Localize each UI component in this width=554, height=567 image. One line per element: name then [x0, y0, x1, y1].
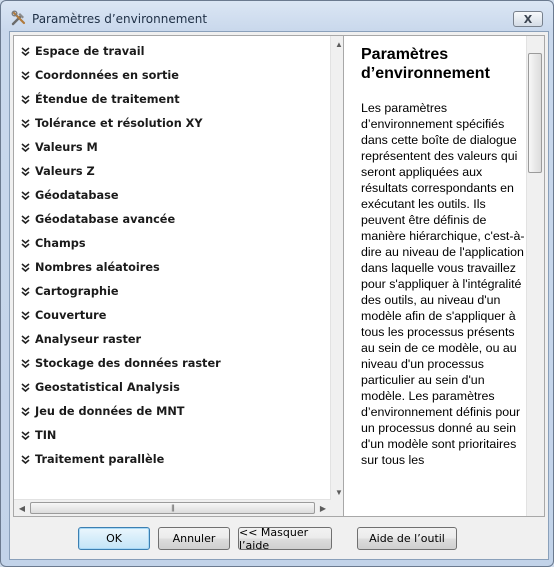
double-chevron-down-icon[interactable]: [21, 306, 35, 326]
double-chevron-down-icon[interactable]: [21, 66, 35, 86]
tree-item[interactable]: Couverture: [21, 306, 106, 326]
tree-item-label: Champs: [35, 237, 86, 250]
double-chevron-down-icon[interactable]: [21, 90, 35, 110]
double-chevron-down-icon[interactable]: [21, 258, 35, 278]
double-chevron-down-icon[interactable]: [21, 162, 35, 182]
double-chevron-down-icon[interactable]: [21, 138, 35, 158]
close-button[interactable]: X: [513, 11, 543, 27]
tree-item-label: Coordonnées en sortie: [35, 69, 179, 82]
dialog-body: Espace de travail Coordonnées en sortie Ét…: [9, 31, 549, 560]
double-chevron-down-icon[interactable]: [21, 114, 35, 134]
tree-item[interactable]: Coordonnées en sortie: [21, 66, 179, 86]
scroll-right-arrow-icon[interactable]: ▶: [315, 500, 331, 516]
help-vertical-scrollbar[interactable]: [526, 36, 544, 516]
tree-item[interactable]: Stockage des données raster: [21, 354, 221, 374]
double-chevron-down-icon[interactable]: [21, 186, 35, 206]
tree-item-label: Analyseur raster: [35, 333, 142, 346]
tree-item-label: Stockage des données raster: [35, 357, 221, 370]
double-chevron-down-icon[interactable]: [21, 426, 35, 446]
tool-help-button[interactable]: Aide de l’outil: [357, 527, 457, 550]
tree-item-label: Couverture: [35, 309, 107, 322]
help-title: Paramètres d’environnement: [361, 46, 490, 82]
horizontal-scroll-thumb[interactable]: |||: [30, 502, 315, 514]
tree-item[interactable]: Tolérance et résolution XY: [21, 114, 203, 134]
tree-item[interactable]: Geostatistical Analysis: [21, 378, 180, 398]
title-bar[interactable]: Paramètres d’environnement X: [1, 1, 553, 35]
double-chevron-down-icon[interactable]: [21, 450, 35, 470]
dialog-window: Paramètres d’environnement X Espace de t…: [0, 0, 554, 567]
tree-horizontal-scrollbar[interactable]: ◀ ||| ▶: [14, 499, 331, 516]
tree-item-label: Geostatistical Analysis: [35, 381, 180, 394]
tree-item[interactable]: Valeurs M: [21, 138, 98, 158]
double-chevron-down-icon[interactable]: [21, 354, 35, 374]
tree-item-label: Géodatabase avancée: [35, 213, 176, 226]
double-chevron-down-icon[interactable]: [21, 210, 35, 230]
window-title: Paramètres d’environnement: [32, 12, 208, 26]
tree-item[interactable]: TIN: [21, 426, 56, 446]
close-icon: X: [523, 12, 533, 26]
tree-item[interactable]: Analyseur raster: [21, 330, 141, 350]
tree-item-label: TIN: [35, 429, 57, 442]
tools-icon: [11, 10, 26, 26]
environment-tree-pane: Espace de travail Coordonnées en sortie Ét…: [13, 35, 348, 517]
help-pane: Paramètres d’environnement Les paramètre…: [343, 35, 545, 517]
hide-help-button[interactable]: << Masquer l’aide: [238, 526, 332, 552]
tree-item-label: Étendue de traitement: [35, 93, 180, 106]
tree-item[interactable]: Jeu de données de MNT: [21, 402, 185, 422]
tree-item[interactable]: Valeurs Z: [21, 162, 95, 182]
tree-item-label: Espace de travail: [35, 45, 145, 58]
cancel-button[interactable]: Annuler: [158, 527, 230, 550]
scroll-left-arrow-icon[interactable]: ◀: [14, 500, 30, 516]
tree-item[interactable]: Géodatabase avancée: [21, 210, 175, 230]
tree-item[interactable]: Espace de travail: [21, 42, 144, 62]
tree-item[interactable]: Champs: [21, 234, 86, 254]
tree-item-label: Valeurs Z: [35, 165, 95, 178]
tree-item[interactable]: Nombres aléatoires: [21, 258, 160, 278]
help-scroll-thumb[interactable]: [528, 53, 542, 173]
tree-item-label: Traitement parallèle: [35, 453, 165, 466]
double-chevron-down-icon[interactable]: [21, 330, 35, 350]
environment-tree: Espace de travail Coordonnées en sortie Ét…: [14, 36, 331, 500]
tree-item[interactable]: Cartographie: [21, 282, 119, 302]
tree-item-label: Nombres aléatoires: [35, 261, 160, 274]
tree-item-label: Jeu de données de MNT: [35, 405, 185, 418]
tree-item-label: Tolérance et résolution XY: [35, 117, 203, 130]
tree-item[interactable]: Traitement parallèle: [21, 450, 164, 470]
double-chevron-down-icon[interactable]: [21, 234, 35, 254]
tree-item-label: Valeurs M: [35, 141, 98, 154]
tree-item[interactable]: Étendue de traitement: [21, 90, 180, 110]
double-chevron-down-icon[interactable]: [21, 378, 35, 398]
double-chevron-down-icon[interactable]: [21, 282, 35, 302]
tree-item-label: Cartographie: [35, 285, 119, 298]
double-chevron-down-icon[interactable]: [21, 42, 35, 62]
ok-button[interactable]: OK: [78, 527, 150, 550]
tree-item-label: Géodatabase: [35, 189, 119, 202]
tree-item[interactable]: Géodatabase: [21, 186, 119, 206]
help-text: Les paramètres d’environnement spécifiés…: [361, 101, 525, 467]
double-chevron-down-icon[interactable]: [21, 402, 35, 422]
